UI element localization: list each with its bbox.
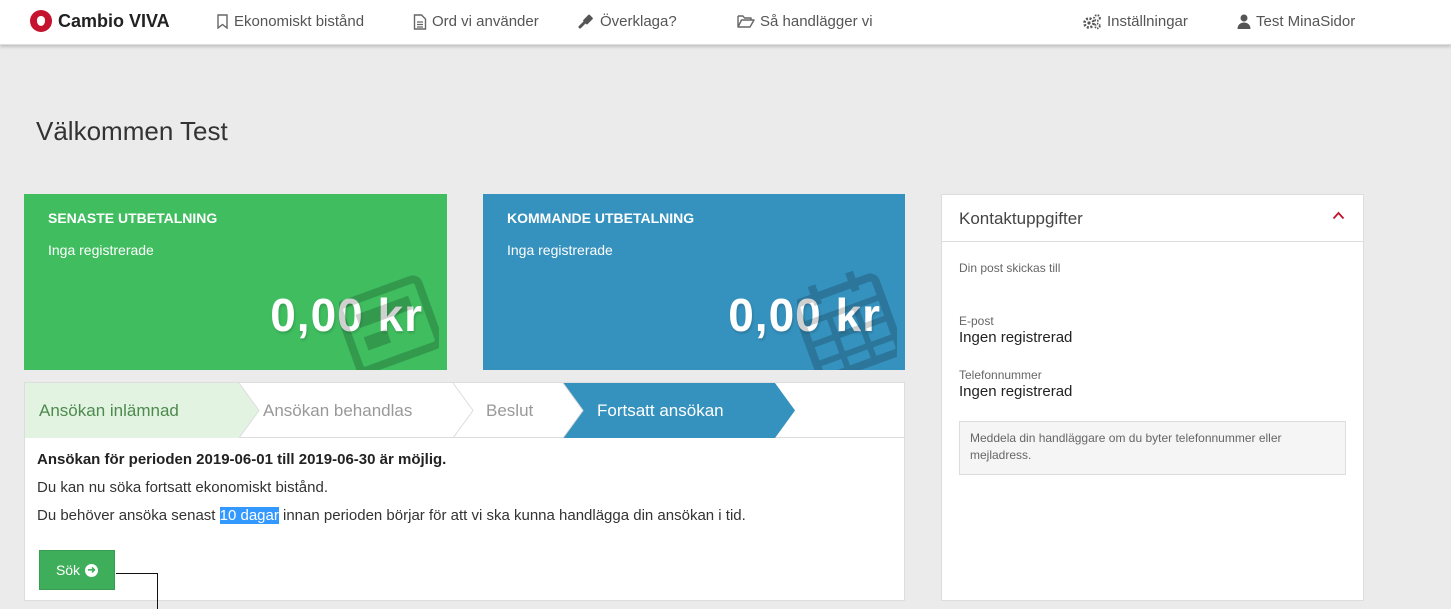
annotation-line — [157, 573, 158, 609]
phone-label: Telefonnummer — [959, 368, 1042, 382]
arrow-circle-right-icon: ➜ — [85, 563, 99, 577]
nav-item-label: Så handlägger vi — [760, 13, 873, 30]
step-ansokan-behandlas: Ansökan behandlas — [263, 383, 463, 438]
nav-item-user[interactable]: Test MinaSidor — [1237, 13, 1355, 30]
bookmark-icon — [217, 14, 228, 29]
application-info-text: Du kan nu söka fortsatt ekonomiskt bistå… — [37, 479, 328, 496]
contact-notice: Meddela din handläggare om du byter tele… — [959, 421, 1346, 475]
document-icon — [413, 13, 427, 30]
step-label: Beslut — [486, 401, 534, 420]
top-navbar: Cambio VIVA Ekonomiskt bistånd Ord vi an… — [0, 0, 1451, 45]
gears-icon — [1083, 13, 1101, 29]
card-subtitle: Inga registrerade — [507, 242, 613, 258]
folder-open-icon — [737, 15, 755, 28]
step-separator-icon — [453, 383, 474, 438]
cambio-logo-icon — [30, 10, 52, 32]
application-progress-steps: Ansökan inlämnad Ansökan behandlas Beslu… — [25, 383, 904, 438]
nav-item-overklaga[interactable]: Överklaga? — [578, 13, 677, 30]
step-separator-icon — [775, 383, 795, 438]
nav-item-ord-vi-anvander[interactable]: Ord vi använder — [413, 13, 539, 30]
phone-value: Ingen registrerad — [959, 383, 1073, 400]
step-label: Ansökan inlämnad — [39, 401, 179, 420]
brand-logo[interactable]: Cambio VIVA — [30, 10, 170, 32]
deadline-highlight: 10 dagar — [219, 507, 279, 524]
chevron-up-icon[interactable] — [1332, 211, 1345, 220]
deadline-text-before: Du behöver ansöka senast — [37, 507, 220, 524]
user-icon — [1237, 14, 1251, 29]
step-label: Ansökan behandlas — [263, 401, 413, 420]
nav-item-label: Överklaga? — [600, 13, 677, 30]
nav-item-label: Test MinaSidor — [1256, 13, 1356, 30]
step-beslut: Beslut — [486, 383, 566, 438]
nav-item-sa-handlagger-vi[interactable]: Så handlägger vi — [737, 13, 873, 30]
nav-item-label: Ekonomiskt bistånd — [234, 13, 365, 30]
step-label: Fortsatt ansökan — [597, 401, 724, 420]
page-title: Välkommen Test — [36, 116, 228, 146]
nav-item-label: Ord vi använder — [432, 13, 539, 30]
brand-name: Cambio VIVA — [58, 10, 170, 31]
mail-address-label: Din post skickas till — [959, 261, 1061, 275]
card-title: SENASTE UTBETALNING — [48, 210, 218, 226]
email-label: E-post — [959, 314, 994, 328]
upcoming-payment-card: KOMMANDE UTBETALNING Inga registrerade 0… — [483, 194, 905, 370]
email-value: Ingen registrerad — [959, 329, 1073, 346]
money-icon — [339, 275, 439, 370]
application-deadline-text: Du behöver ansöka senast 10 dagar innan … — [37, 507, 892, 524]
calendar-icon — [797, 270, 897, 370]
step-separator-icon — [563, 383, 584, 438]
nav-item-label: Inställningar — [1107, 13, 1188, 30]
gavel-icon — [578, 14, 593, 28]
application-period-heading: Ansökan för perioden 2019-06-01 till 201… — [37, 451, 447, 468]
step-ansokan-inlamnad: Ansökan inlämnad — [25, 383, 239, 438]
deadline-text-after: innan perioden börjar för att vi ska kun… — [278, 507, 746, 524]
nav-item-installningar[interactable]: Inställningar — [1082, 13, 1188, 30]
search-button-label: Sök — [55, 562, 81, 578]
contact-panel-header[interactable]: Kontaktuppgifter — [942, 195, 1363, 242]
latest-payment-card: SENASTE UTBETALNING Inga registrerade 0,… — [24, 194, 447, 370]
nav-item-ekonomiskt-bistand[interactable]: Ekonomiskt bistånd — [216, 13, 364, 30]
step-fortsatt-ansokan: Fortsatt ansökan — [563, 383, 775, 438]
contact-panel-title: Kontaktuppgifter — [959, 209, 1083, 228]
card-subtitle: Inga registrerade — [48, 242, 154, 258]
application-status-panel: Ansökan inlämnad Ansökan behandlas Beslu… — [24, 382, 905, 601]
step-separator-icon — [239, 383, 260, 438]
card-title: KOMMANDE UTBETALNING — [507, 210, 695, 226]
annotation-line — [116, 573, 158, 574]
contact-info-panel: Kontaktuppgifter Din post skickas till E… — [941, 194, 1364, 601]
search-button[interactable]: Sök ➜ — [39, 550, 115, 590]
application-message: Ansökan för perioden 2019-06-01 till 201… — [37, 451, 892, 524]
